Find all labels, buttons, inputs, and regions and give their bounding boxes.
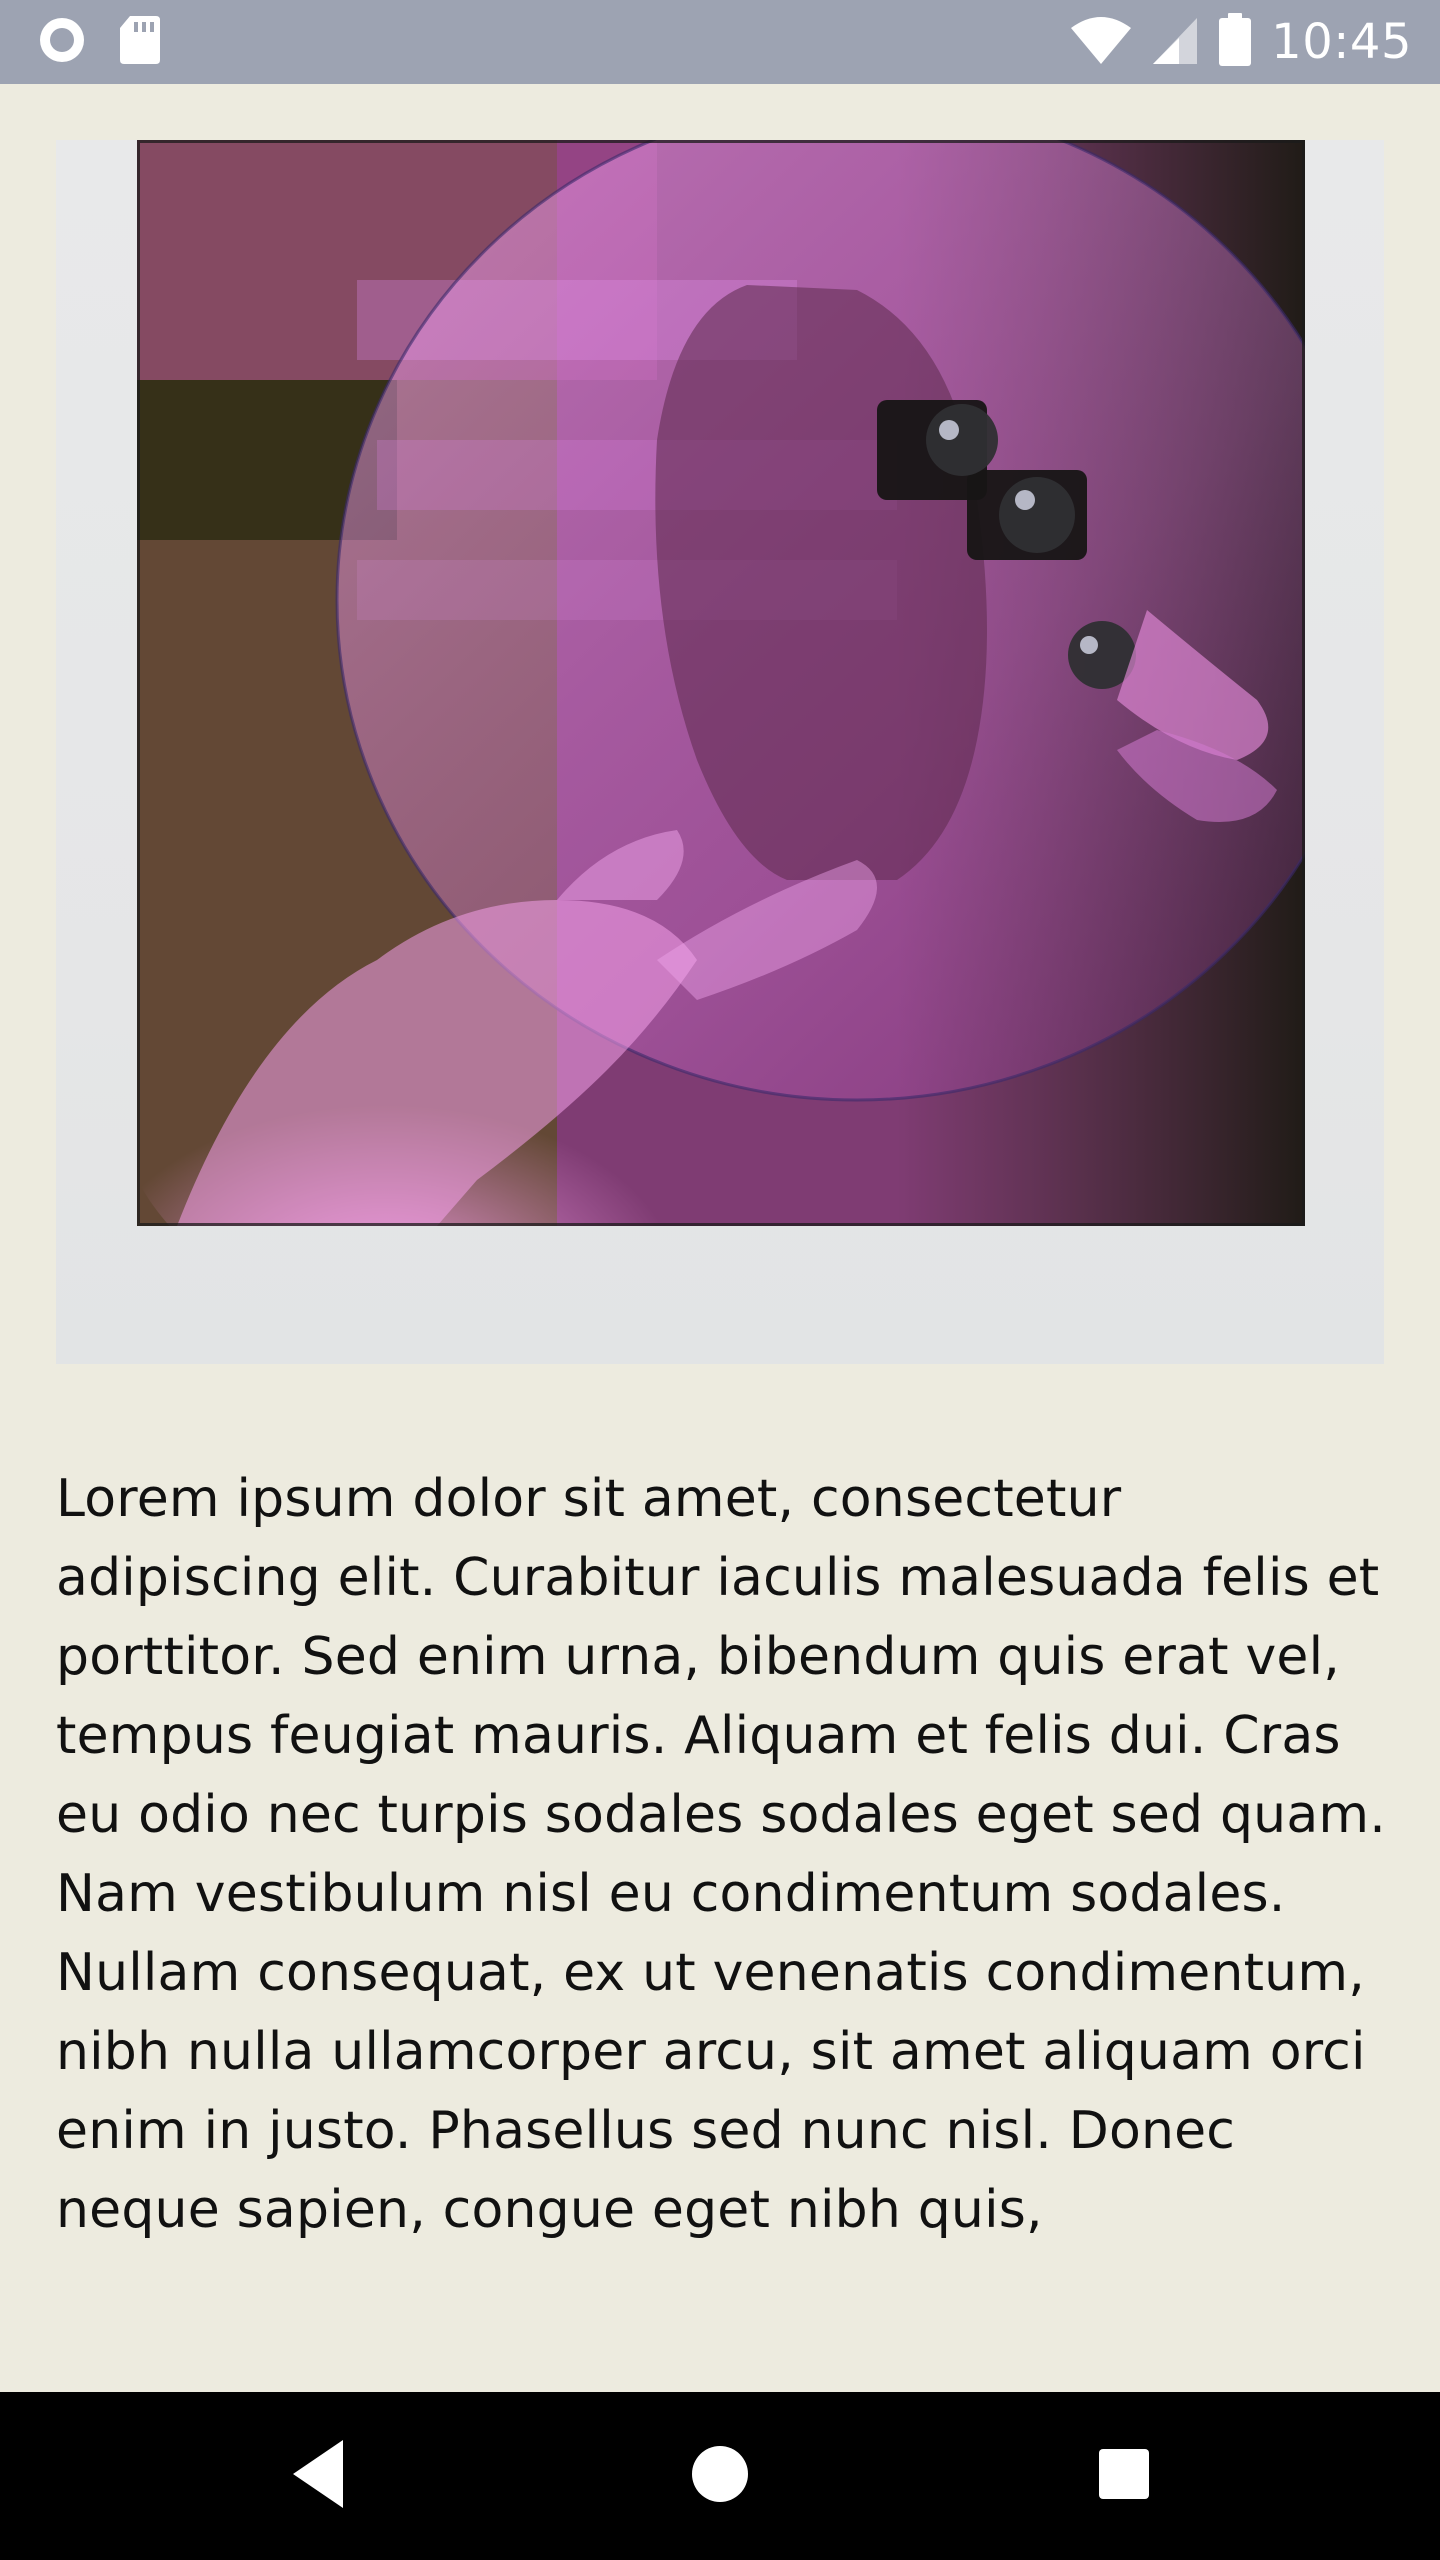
main-content: Lorem ipsum dolor sit amet, consectetur … <box>0 84 1440 2392</box>
home-button[interactable] <box>670 2426 770 2526</box>
wifi-icon <box>1069 14 1133 70</box>
polaroid-frame <box>56 140 1384 1364</box>
status-bar: 10:45 <box>0 0 1440 84</box>
status-right-icons: 10:45 <box>1069 10 1412 74</box>
navigation-bar <box>0 2392 1440 2560</box>
home-icon <box>685 2439 755 2513</box>
signal-icon <box>1151 14 1199 70</box>
back-icon <box>283 2434 353 2518</box>
recents-button[interactable] <box>1074 2426 1174 2526</box>
battery-icon <box>1217 12 1253 72</box>
photo-artwork <box>137 140 1305 1226</box>
circle-status-icon <box>36 14 88 70</box>
polaroid-photo <box>137 140 1305 1226</box>
recents-icon <box>1089 2439 1159 2513</box>
status-left-icons <box>36 14 162 70</box>
back-button[interactable] <box>268 2426 368 2526</box>
status-time: 10:45 <box>1271 14 1412 70</box>
sd-card-icon <box>118 14 162 70</box>
article-body-text: Lorem ipsum dolor sit amet, consectetur … <box>56 1469 1386 2240</box>
